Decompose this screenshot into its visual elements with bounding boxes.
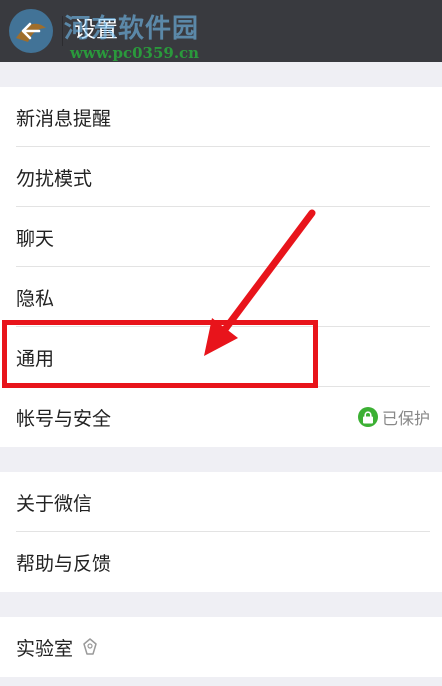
annotation-arrow-icon xyxy=(204,209,316,356)
